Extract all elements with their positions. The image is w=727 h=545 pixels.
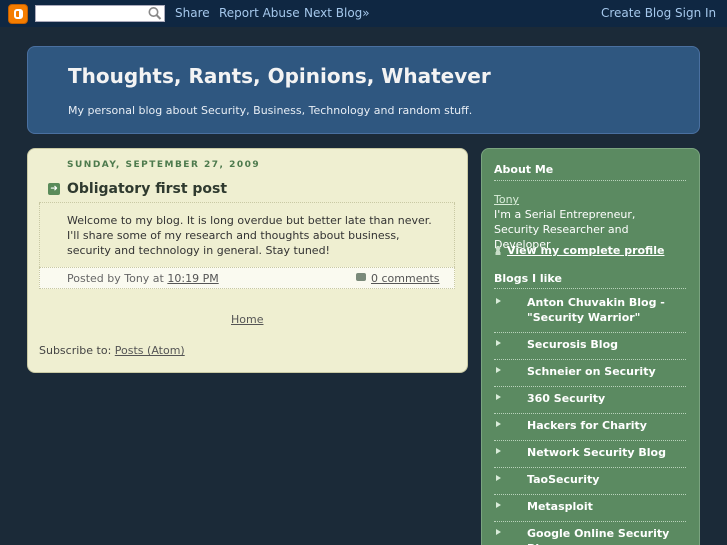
- view-profile-link[interactable]: View my complete profile: [494, 244, 664, 257]
- next-blog-link[interactable]: Next Blog»: [304, 6, 370, 20]
- blog-title[interactable]: Thoughts, Rants, Opinions, Whatever: [68, 64, 491, 88]
- view-profile-label: View my complete profile: [507, 244, 665, 257]
- blog-link[interactable]: Anton Chuvakin Blog - "Security Warrior": [527, 295, 687, 325]
- search-icon[interactable]: [147, 6, 163, 21]
- blogs-i-like-heading: Blogs I like: [494, 272, 562, 285]
- blogger-logo-icon[interactable]: [8, 4, 28, 24]
- list-arrow-icon: [496, 529, 501, 535]
- blog-description: My personal blog about Security, Busines…: [68, 104, 473, 117]
- blog-link[interactable]: Metasploit: [527, 499, 687, 514]
- blog-list-item[interactable]: TaoSecurity: [494, 468, 686, 495]
- post-time-link[interactable]: 10:19 PM: [167, 272, 218, 285]
- list-arrow-icon: [496, 448, 501, 454]
- subscribe-posts-atom-link[interactable]: Posts (Atom): [115, 344, 185, 357]
- blog-link[interactable]: TaoSecurity: [527, 472, 687, 487]
- post-body: Welcome to my blog. It is long overdue b…: [39, 203, 455, 267]
- blog-link[interactable]: Hackers for Charity: [527, 418, 687, 433]
- blog-list-item[interactable]: Google Online Security Blog: [494, 522, 686, 545]
- create-blog-link[interactable]: Create Blog: [601, 6, 671, 20]
- author-name-link[interactable]: Tony: [494, 193, 519, 206]
- list-arrow-icon: [496, 394, 501, 400]
- comment-icon: [356, 273, 366, 281]
- list-arrow-icon: [496, 367, 501, 373]
- post-body-text: Welcome to my blog. It is long overdue b…: [67, 214, 432, 257]
- post-arrow-icon: ➜: [48, 183, 60, 195]
- comments-link[interactable]: 0 comments: [371, 272, 440, 285]
- search-input[interactable]: [35, 5, 165, 22]
- post-footer: Posted by Tony at 10:19 PM 0 comments: [39, 267, 455, 289]
- profile-icon: [494, 246, 502, 255]
- list-arrow-icon: [496, 340, 501, 346]
- sidebar: About Me Tony I'm a Serial Entrepreneur,…: [481, 148, 700, 545]
- blog-list-item[interactable]: 360 Security: [494, 387, 686, 414]
- main-column: SUNDAY, SEPTEMBER 27, 2009 ➜ Obligatory …: [27, 148, 468, 373]
- post-title[interactable]: Obligatory first post: [67, 181, 227, 197]
- posted-by-label: Posted by Tony at: [67, 272, 164, 285]
- blog-list-item[interactable]: Securosis Blog: [494, 333, 686, 360]
- blogger-navbar: Share Report Abuse Next Blog» Create Blo…: [0, 0, 727, 27]
- blog-link[interactable]: Network Security Blog: [527, 445, 687, 460]
- list-arrow-icon: [496, 475, 501, 481]
- share-link[interactable]: Share: [175, 6, 210, 20]
- subscribe-line: Subscribe to: Posts (Atom): [39, 344, 185, 357]
- blog-link[interactable]: Google Online Security Blog: [527, 526, 687, 545]
- home-link[interactable]: Home: [231, 313, 263, 326]
- post-date: SUNDAY, SEPTEMBER 27, 2009: [67, 160, 261, 170]
- list-arrow-icon: [496, 502, 501, 508]
- blog-list-item[interactable]: Hackers for Charity: [494, 414, 686, 441]
- blog-link[interactable]: 360 Security: [527, 391, 687, 406]
- blog-list-item[interactable]: Metasploit: [494, 495, 686, 522]
- blog-link[interactable]: Schneier on Security: [527, 364, 687, 379]
- blog-header: Thoughts, Rants, Opinions, Whatever My p…: [27, 46, 700, 134]
- report-abuse-link[interactable]: Report Abuse: [219, 6, 300, 20]
- blog-list-item[interactable]: Anton Chuvakin Blog - "Security Warrior": [494, 289, 686, 333]
- blog-link[interactable]: Securosis Blog: [527, 337, 687, 352]
- post-title-row: ➜ Obligatory first post: [39, 177, 455, 203]
- blog-list-item[interactable]: Schneier on Security: [494, 360, 686, 387]
- blog-list-item[interactable]: Network Security Blog: [494, 441, 686, 468]
- about-divider: [494, 180, 686, 181]
- list-arrow-icon: [496, 298, 501, 304]
- sign-in-link[interactable]: Sign In: [675, 6, 716, 20]
- about-me-heading: About Me: [494, 163, 554, 176]
- subscribe-label: Subscribe to:: [39, 344, 112, 357]
- list-arrow-icon: [496, 421, 501, 427]
- post-meta: Posted by Tony at 10:19 PM: [67, 272, 219, 285]
